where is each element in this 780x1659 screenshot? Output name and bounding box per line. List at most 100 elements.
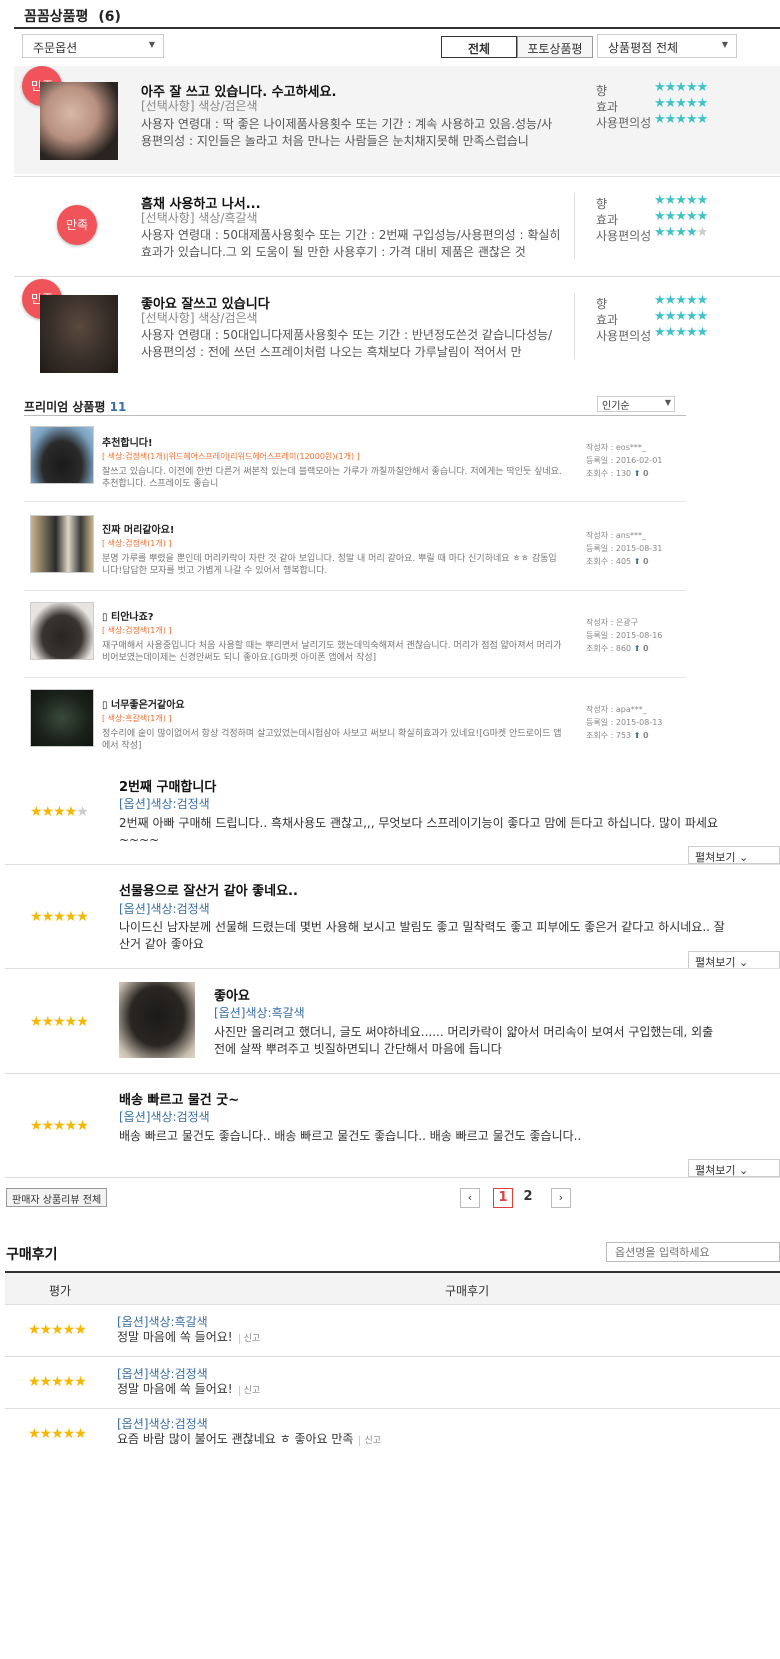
report-link[interactable]: 신고 xyxy=(238,1334,261,1344)
page-2[interactable]: 2 xyxy=(518,1188,538,1208)
star-rating: ★★★★★ xyxy=(654,80,708,95)
expand-button[interactable]: 펼쳐보기 ⌄ xyxy=(688,1159,780,1177)
review-title[interactable]: 배송 빠르고 물건 굿~ xyxy=(119,1089,239,1108)
divider xyxy=(5,1177,780,1178)
premium-review-meta: 작성자 : 은광구 등록일 : 2015-08-16 조회수 : 860 ⬆ 0 xyxy=(586,618,663,653)
divider xyxy=(5,968,780,969)
star-rating: ★★★★★ xyxy=(654,193,708,208)
divider xyxy=(574,193,575,259)
upvote-icon[interactable]: ⬆ xyxy=(634,469,641,478)
divider xyxy=(5,864,780,865)
criteria-label: 향 xyxy=(596,197,608,211)
rating-filter-select[interactable]: 상품평점 전체 ▼ xyxy=(597,34,737,58)
table-row: ★★★★★ [옵션]색상:흑갈색 정말 마음에 쏙 들어요! 신고 xyxy=(5,1305,780,1357)
review-body: 배송 빠르고 물건도 좋습니다.. 배송 빠르고 물건도 좋습니다.. 배송 빠… xyxy=(119,1129,582,1143)
review-body: 사용자 연령대 : 딱 좋은 나이제품사용횟수 또는 기간 : 계속 사용하고 … xyxy=(141,117,553,148)
criteria-label: 효과 xyxy=(596,313,619,327)
review-title[interactable]: 좋아요 xyxy=(214,985,250,1004)
review-photo[interactable] xyxy=(119,982,195,1058)
divider xyxy=(24,415,686,416)
premium-review-body: 정수리에 숱이 많이없어서 항상 걱정하며 살고있었는데시험삼아 사보고 써보니… xyxy=(102,729,562,751)
chevron-down-icon: ▼ xyxy=(721,40,728,49)
criteria-label: 사용편의성 xyxy=(596,229,652,243)
review-photo[interactable] xyxy=(30,426,94,484)
table-header: 평가 구매후기 xyxy=(5,1271,780,1305)
premium-review[interactable]: 추천합니다! [ 색상:검정색(1개)|위드헤어스프레이|리위드헤어스프레이(1… xyxy=(24,420,686,502)
review-photo[interactable] xyxy=(30,515,94,573)
star-rating: ★★★★★ xyxy=(654,225,708,240)
tab-all[interactable]: 전체 xyxy=(441,36,517,58)
review-photo[interactable] xyxy=(30,602,94,660)
upvote-icon[interactable]: ⬆ xyxy=(634,731,641,740)
review-text: 정말 마음에 쏙 들어요! 신고 xyxy=(117,1330,261,1344)
review-option: [옵션]색상:검정색 xyxy=(119,1110,210,1124)
review-option: [선택사항] 색상/검은색 xyxy=(141,311,258,325)
detailed-review[interactable]: 만족 좋아요 잘쓰고 있습니다 [선택사항] 색상/검은색 사용자 연령대 : … xyxy=(14,276,780,376)
option-search-input[interactable] xyxy=(606,1242,780,1262)
premium-review[interactable]: ▯ 티안나죠? [ 색상:검정색(1개) ] 재구매해서 사용중입니다 처음 사… xyxy=(24,592,686,678)
purchase-reviews-title: 구매후기 xyxy=(6,1247,58,1263)
page-1[interactable]: 1 xyxy=(493,1188,513,1208)
premium-review-body: 잘쓰고 있습니다. 이전에 한번 다른거 써본적 있는데 블랙모아는 가루가 까… xyxy=(102,467,562,489)
review-body: 사용자 연령대 : 50대제품사용횟수 또는 기간 : 2번째 구입성능/사용편… xyxy=(141,228,561,259)
premium-review-body: 재구매해서 사용중입니다 처음 사용할 때는 뿌리면서 날리기도 했는데익숙해져… xyxy=(102,641,562,663)
star-rating: ★★★★★ xyxy=(30,804,89,820)
review-text: 요즘 바람 많이 불어도 괜찮네요 ㅎ 좋아요 만족 신고 xyxy=(117,1432,382,1446)
review-title[interactable]: 선물용으로 잘산거 같아 좋네요.. xyxy=(119,880,298,899)
review-body: 2번째 아빠 구매해 드립니다.. 흑채사용도 괜찮고,,, 무엇보다 스프레이… xyxy=(119,816,718,847)
seller-all-reviews-button[interactable]: 판매자 상품리뷰 전체 xyxy=(6,1188,108,1207)
table-row: ★★★★★ [옵션]색상:검정색 정말 마음에 쏙 들어요! 신고 xyxy=(5,1357,780,1409)
criteria-label: 향 xyxy=(596,297,608,311)
premium-review[interactable]: 진짜 머리같아요! [ 색상:검정색(1개) ] 분명 가루를 뿌렸을 뿐인데 … xyxy=(24,503,686,591)
divider xyxy=(14,27,780,29)
premium-review-meta: 작성자 : ans***_ 등록일 : 2015-08-31 조회수 : 405 ⬆… xyxy=(586,531,663,566)
premium-review-title[interactable]: ▯ 너무좋은거같아요 xyxy=(102,696,185,711)
review-title[interactable]: 2번째 구매합니다 xyxy=(119,776,216,795)
star-rating: ★★★★★ xyxy=(30,1014,89,1030)
premium-review-meta: 작성자 : eos***_ 등록일 : 2016-02-01 조회수 : 130 ⬆… xyxy=(586,443,663,478)
premium-review-option: [ 색상:흑갈색(1개) ] xyxy=(102,714,172,723)
review-body: 나이드신 남자분께 선물해 드렸는데 몇번 사용해 보시고 발림도 좋고 밀착력… xyxy=(119,920,725,951)
star-rating: ★★★★★ xyxy=(654,96,708,111)
premium-review-title[interactable]: 진짜 머리같아요! xyxy=(102,521,174,536)
criteria-label: 향 xyxy=(596,84,608,98)
premium-review-title[interactable]: 추천합니다! xyxy=(102,434,153,449)
expand-button[interactable]: 펼쳐보기 ⌄ xyxy=(688,951,780,969)
col-rating: 평가 xyxy=(49,1284,72,1298)
detailed-review[interactable]: 만족 흠채 사용하고 나서... [선택사항] 색상/흑갈색 사용자 연령대 :… xyxy=(14,176,780,276)
table-row: ★★★★★ [옵션]색상:검정색 요즘 바람 많이 불어도 괜찮네요 ㅎ 좋아요… xyxy=(5,1409,780,1461)
review-photo[interactable] xyxy=(40,82,118,160)
chevron-down-icon: ▼ xyxy=(148,40,155,49)
review-option: [선택사항] 색상/흑갈색 xyxy=(141,211,258,225)
section-title: 꼼꼼상품평 (6) xyxy=(24,9,121,25)
tab-photo[interactable]: 포토상품평 xyxy=(517,36,593,58)
premium-review[interactable]: ▯ 너무좋은거같아요 [ 색상:흑갈색(1개) ] 정수리에 숱이 많이없어서 … xyxy=(24,679,686,759)
upvote-icon[interactable]: ⬆ xyxy=(634,644,641,653)
report-link[interactable]: 신고 xyxy=(359,1436,382,1446)
review-option: [옵션]색상:흑갈색 xyxy=(214,1006,305,1020)
star-rating: ★★★★★ xyxy=(28,1322,87,1338)
divider xyxy=(574,293,575,359)
premium-review-title[interactable]: ▯ 티안나죠? xyxy=(102,608,154,623)
premium-review-body: 분명 가루를 뿌렸을 뿐인데 머리카락이 자란 것 같아 보입니다. 정말 내 … xyxy=(102,554,557,576)
expand-button[interactable]: 펼쳐보기 ⌄ xyxy=(688,846,780,864)
review-option: [옵션]색상:검정색 xyxy=(117,1417,208,1431)
satisfied-badge: 만족 xyxy=(57,205,97,245)
chevron-down-icon: ▼ xyxy=(664,398,671,407)
review-text: 정말 마음에 쏙 들어요! 신고 xyxy=(117,1382,261,1396)
review-photo[interactable] xyxy=(30,689,94,747)
star-rating: ★★★★★ xyxy=(654,325,708,340)
report-link[interactable]: 신고 xyxy=(238,1386,261,1396)
premium-review-option: [ 색상:검정색(1개)|위드헤어스프레이|리위드헤어스프레이(12000원)(… xyxy=(102,452,360,461)
premium-review-meta: 작성자 : apa***_ 등록일 : 2015-08-13 조회수 : 753 ⬆… xyxy=(586,705,663,740)
detailed-review[interactable]: 만족 아주 잘 쓰고 있습니다. 수고하세요. [선택사항] 색상/검은색 사용… xyxy=(14,66,780,174)
star-rating: ★★★★★ xyxy=(28,1374,87,1390)
order-option-select[interactable]: 주문옵션 ▼ xyxy=(22,34,164,58)
review-photo[interactable] xyxy=(40,295,118,373)
premium-review-option: [ 색상:검정색(1개) ] xyxy=(102,626,172,635)
star-rating: ★★★★★ xyxy=(30,1118,89,1134)
next-page-button[interactable]: › xyxy=(551,1188,571,1208)
upvote-icon[interactable]: ⬆ xyxy=(634,557,641,566)
premium-sort-select[interactable]: 인기순 ▼ xyxy=(597,396,675,412)
prev-page-button[interactable]: ‹ xyxy=(460,1188,480,1208)
